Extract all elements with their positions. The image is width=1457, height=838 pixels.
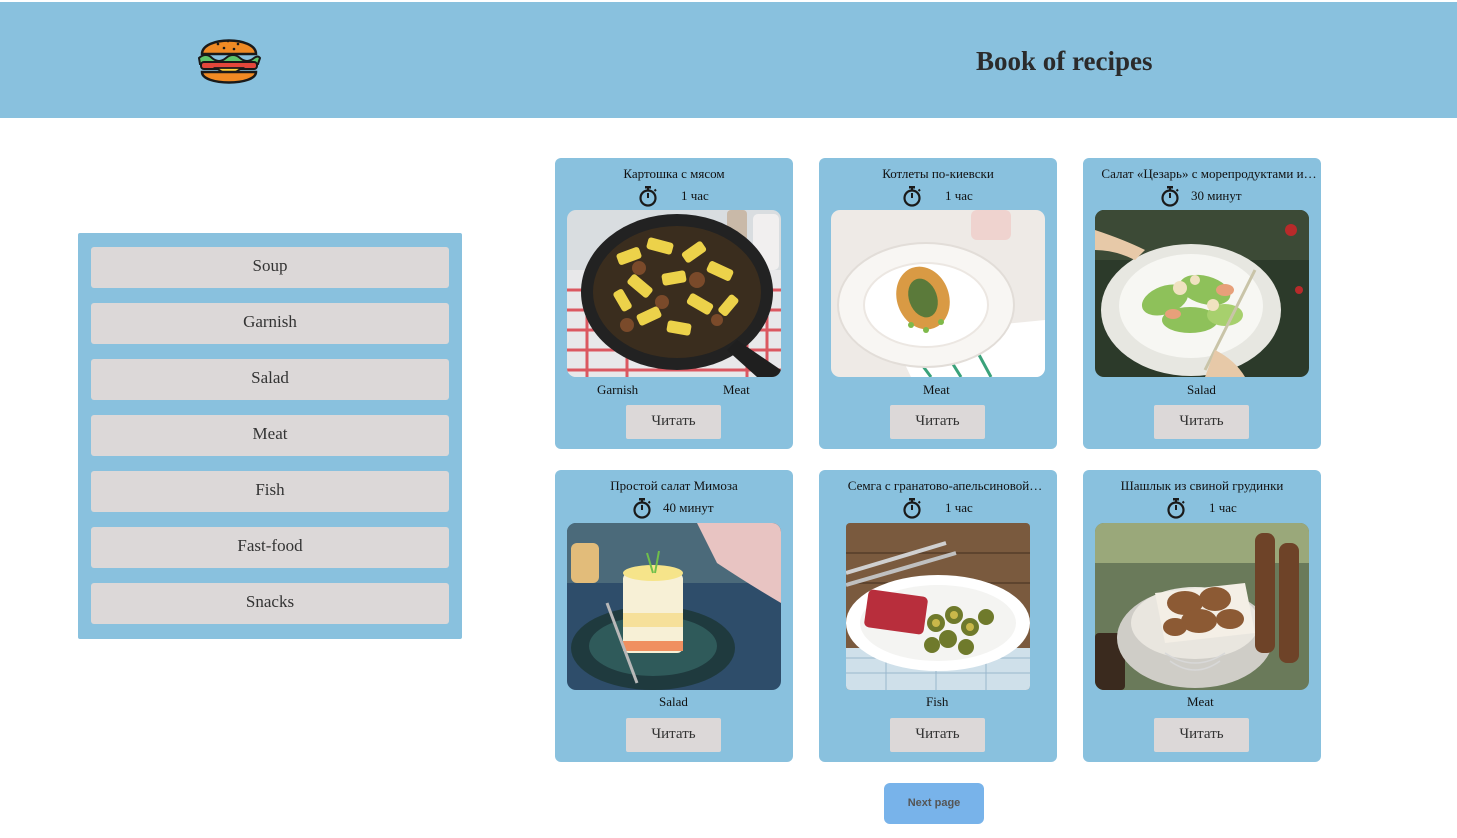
cook-time: 40 минут — [555, 497, 793, 519]
recipe-title[interactable]: Картошка с мясом — [555, 166, 793, 182]
cook-time-text: 1 час — [945, 500, 973, 515]
stopwatch-icon — [1167, 498, 1185, 519]
recipe-card: Семга с гранатово-апельсиновой… 1 час Fi… — [819, 470, 1057, 762]
category-meat-button[interactable]: Meat — [91, 415, 449, 456]
category-tag[interactable]: Meat — [1187, 694, 1214, 710]
category-garnish-button[interactable]: Garnish — [91, 303, 449, 344]
next-page-button[interactable]: Next page — [884, 783, 984, 824]
stopwatch-icon — [1161, 186, 1179, 207]
recipe-card: Салат «Цезарь» с морепродуктами и… 30 ми… — [1083, 158, 1321, 449]
chicken-kiev-photo[interactable] — [831, 210, 1045, 377]
stopwatch-icon — [633, 498, 651, 519]
recipe-title[interactable]: Салат «Цезарь» с морепродуктами и… — [1097, 166, 1321, 182]
read-button[interactable]: Читать — [890, 405, 985, 439]
category-soup-button[interactable]: Soup — [91, 247, 449, 288]
stopwatch-icon — [903, 186, 921, 207]
read-button[interactable]: Читать — [626, 405, 721, 439]
category-fish-button[interactable]: Fish — [91, 471, 449, 512]
stopwatch-icon — [903, 498, 921, 519]
cook-time: 1 час — [819, 497, 1057, 519]
category-tag[interactable]: Salad — [659, 694, 688, 710]
stopwatch-icon — [639, 186, 657, 207]
site-header: Book of recipes — [0, 2, 1457, 118]
category-salad-button[interactable]: Salad — [91, 359, 449, 400]
site-title: Book of recipes — [976, 46, 1153, 76]
potatoes-with-meat-photo[interactable] — [567, 210, 781, 377]
cook-time: 30 минут — [1083, 185, 1321, 207]
recipe-card: Котлеты по-киевски 1 час Meat Читать — [819, 158, 1057, 449]
category-tag[interactable]: Fish — [926, 694, 948, 710]
read-button[interactable]: Читать — [1154, 405, 1249, 439]
recipe-title[interactable]: Котлеты по-киевски — [819, 166, 1057, 182]
recipe-title[interactable]: Семга с гранатово-апельсиновой… — [833, 478, 1057, 494]
read-button[interactable]: Читать — [626, 718, 721, 752]
category-sidebar: Soup Garnish Salad Meat Fish Fast-food S… — [78, 233, 462, 639]
pork-shashlik-photo[interactable] — [1095, 523, 1309, 690]
recipe-card: Шашлык из свиной грудинки 1 час Meat Чит… — [1083, 470, 1321, 762]
caesar-salad-photo[interactable] — [1095, 210, 1309, 377]
read-button[interactable]: Читать — [1154, 718, 1249, 752]
category-tag[interactable]: Meat — [923, 382, 950, 398]
category-tag[interactable]: Garnish — [597, 382, 638, 398]
salmon-photo[interactable] — [846, 523, 1030, 690]
read-button[interactable]: Читать — [890, 718, 985, 752]
recipe-title[interactable]: Простой салат Мимоза — [555, 478, 793, 494]
category-snacks-button[interactable]: Snacks — [91, 583, 449, 624]
recipe-card: Простой салат Мимоза 40 минут Salad Чита… — [555, 470, 793, 762]
recipe-title[interactable]: Шашлык из свиной грудинки — [1083, 478, 1321, 494]
cook-time: 1 час — [819, 185, 1057, 207]
burger-icon[interactable] — [196, 28, 262, 92]
cook-time: 1 час — [555, 185, 793, 207]
category-tag[interactable]: Salad — [1187, 382, 1216, 398]
cook-time-text: 1 час — [1209, 500, 1237, 515]
mimosa-salad-photo[interactable] — [567, 523, 781, 690]
category-tag[interactable]: Meat — [723, 382, 750, 398]
cook-time-text: 1 час — [945, 188, 973, 203]
cook-time: 1 час — [1083, 497, 1321, 519]
cook-time-text: 1 час — [681, 188, 709, 203]
cook-time-text: 30 минут — [1191, 188, 1242, 203]
category-fast-food-button[interactable]: Fast-food — [91, 527, 449, 568]
recipe-card: Картошка с мясом 1 час Garnish Meat Чита… — [555, 158, 793, 449]
cook-time-text: 40 минут — [663, 500, 714, 515]
